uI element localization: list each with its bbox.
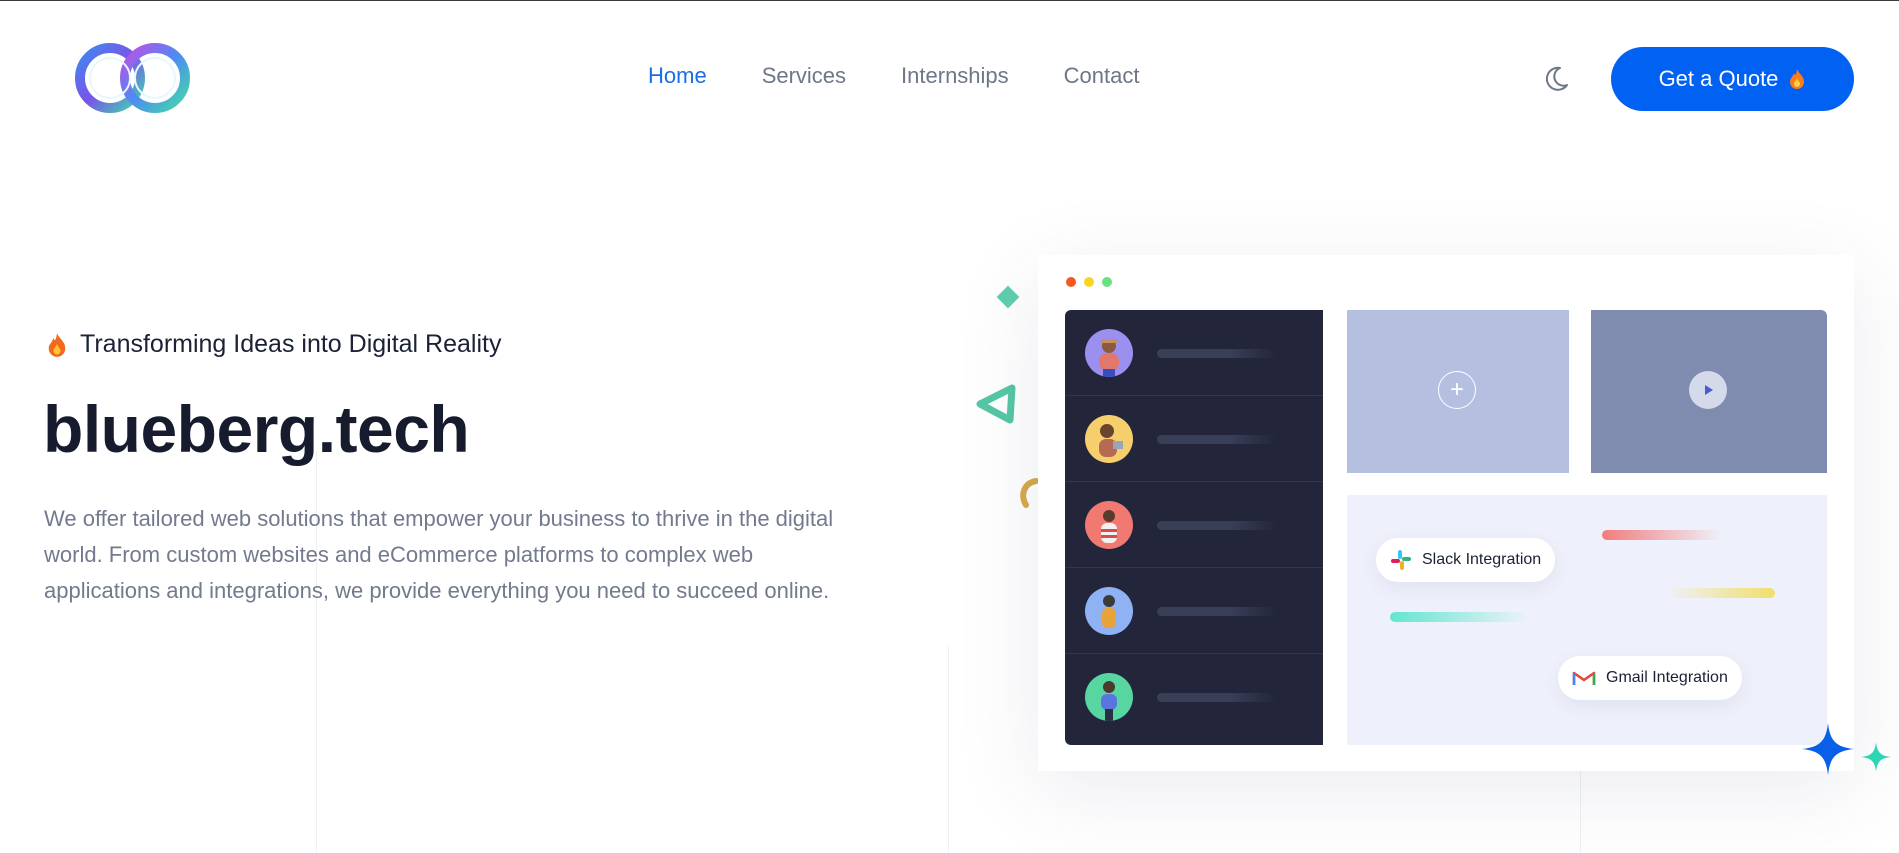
slack-icon [1391, 550, 1411, 570]
play-icon[interactable] [1689, 371, 1727, 409]
hero-description: We offer tailored web solutions that emp… [44, 506, 834, 603]
avatar [1085, 501, 1133, 549]
diamond-shape [996, 285, 1020, 309]
guide-line-2 [948, 646, 949, 853]
fire-icon [48, 332, 66, 357]
nav-internships[interactable]: Internships [901, 63, 1009, 89]
sparkle-blue-icon [1802, 723, 1854, 775]
avatar [1085, 587, 1133, 635]
list-item[interactable] [1065, 482, 1323, 568]
fire-icon [1790, 69, 1805, 89]
nav-contact[interactable]: Contact [1064, 63, 1140, 89]
window-controls [1066, 277, 1112, 287]
list-item[interactable] [1065, 568, 1323, 654]
maximize-dot [1102, 277, 1112, 287]
list-item[interactable] [1065, 654, 1323, 745]
list-item[interactable] [1065, 396, 1323, 482]
guide-line-3 [1580, 761, 1581, 853]
ring-shape [1020, 478, 1039, 508]
site-header: Home Services Internships Contact Get a … [0, 1, 1899, 154]
slack-integration-label: Slack Integration [1422, 551, 1542, 568]
placeholder-bar [1157, 349, 1277, 358]
nav-services[interactable]: Services [762, 63, 846, 89]
sparkle-teal-icon [1861, 742, 1891, 772]
moon-icon[interactable] [1540, 63, 1572, 95]
page-title: blueberg.tech [43, 392, 470, 466]
gmail-integration-label: Gmail Integration [1606, 669, 1728, 686]
get-quote-button[interactable]: Get a Quote [1611, 47, 1854, 111]
gmail-icon [1572, 671, 1596, 685]
divider [1323, 310, 1347, 745]
brand-logo[interactable] [70, 39, 195, 117]
close-dot [1066, 277, 1076, 287]
list-item[interactable] [1065, 310, 1323, 396]
avatar [1085, 329, 1133, 377]
decor-bar-teal [1390, 612, 1530, 622]
avatar [1085, 415, 1133, 463]
avatar [1085, 673, 1133, 721]
placeholder-bar [1157, 607, 1277, 616]
plus-icon[interactable]: + [1438, 371, 1476, 409]
hero-tagline: Transforming Ideas into Digital Reality [46, 330, 501, 359]
placeholder-bar [1157, 521, 1277, 530]
nav-home[interactable]: Home [648, 63, 707, 89]
main-nav: Home Services Internships Contact [648, 63, 1140, 89]
get-quote-label: Get a Quote [1658, 66, 1779, 91]
minimize-dot [1084, 277, 1094, 287]
tagline-text: Transforming Ideas into Digital Reality [80, 330, 502, 358]
decor-bar-red [1602, 530, 1722, 540]
placeholder-bar [1157, 693, 1277, 702]
gmail-integration-pill[interactable]: Gmail Integration [1558, 656, 1742, 700]
triangle-shape [976, 384, 1016, 424]
user-list [1065, 310, 1323, 745]
slack-integration-pill[interactable]: Slack Integration [1376, 538, 1556, 582]
placeholder-bar [1157, 435, 1277, 444]
decor-bar-yellow [1665, 588, 1775, 598]
